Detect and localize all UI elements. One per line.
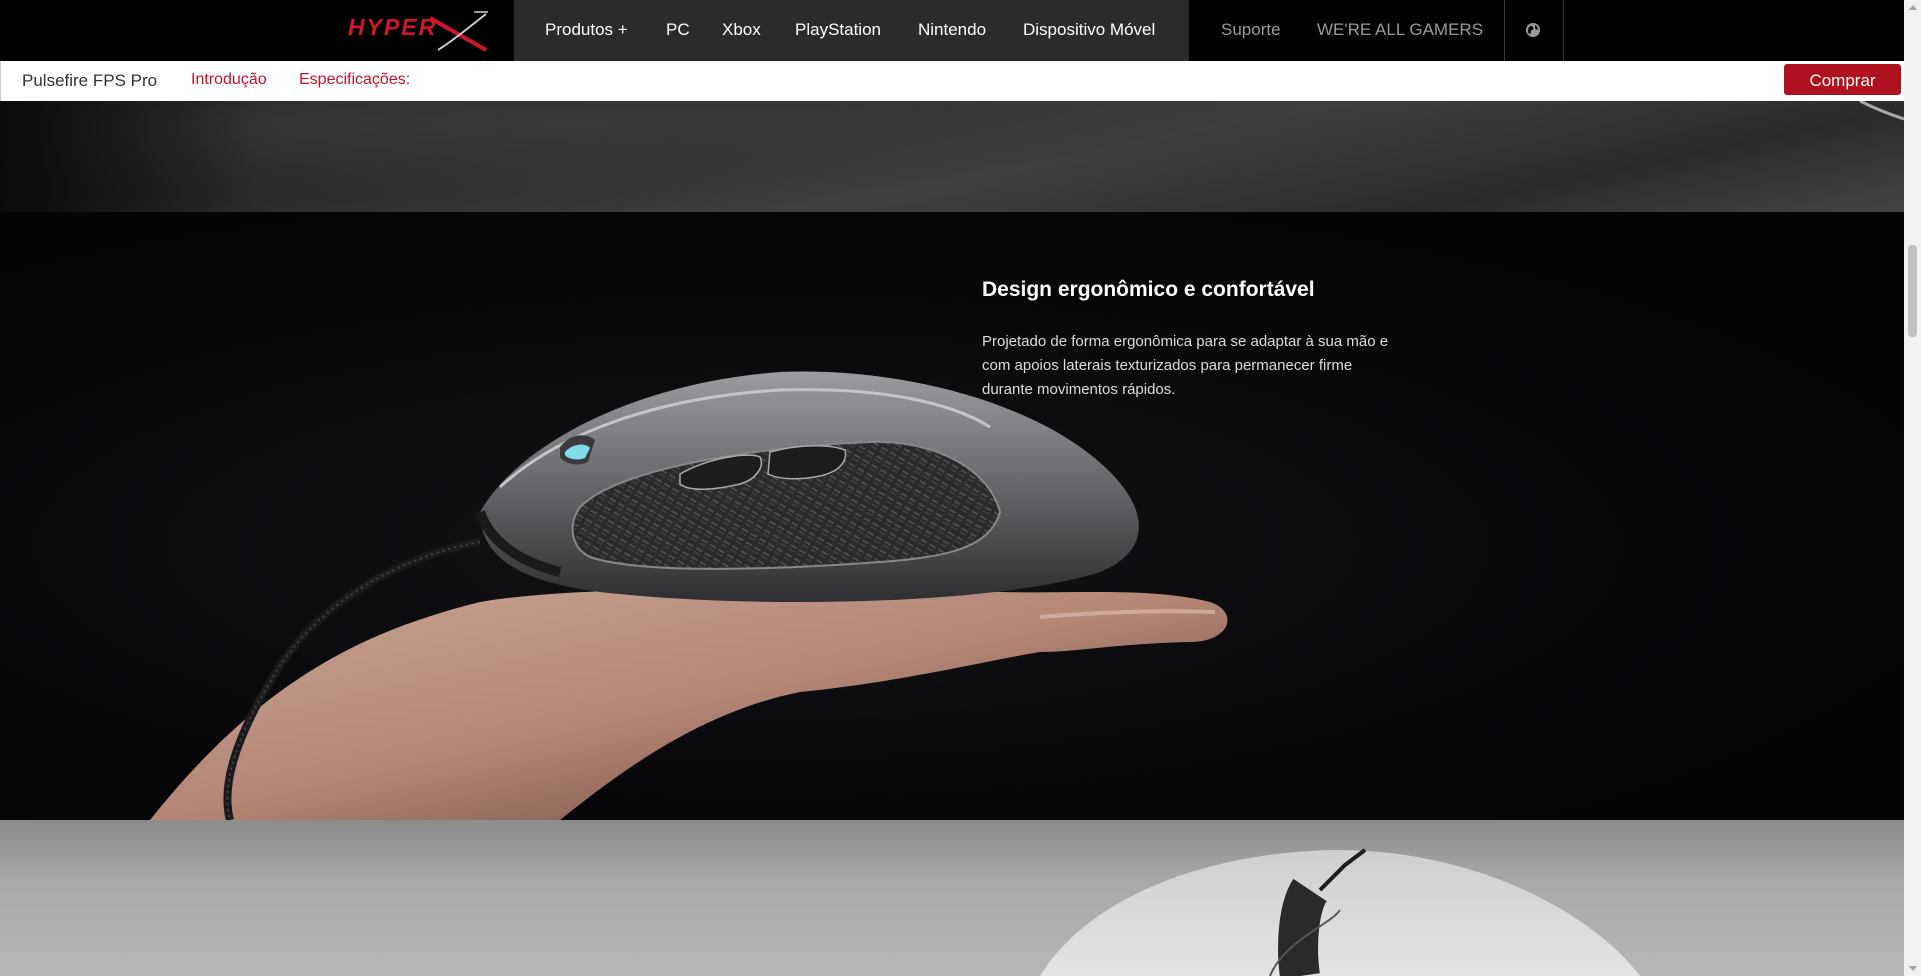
next-section-image: [0, 820, 1904, 976]
mousepad-edge: [1859, 101, 1904, 121]
subnav-link-especificacoes[interactable]: Especificações:: [299, 71, 410, 89]
subnav-link-introducao[interactable]: Introdução: [191, 71, 267, 89]
nav-item-dispositivo-movel[interactable]: Dispositivo Móvel: [1023, 20, 1155, 40]
logo-text: HYPER: [348, 14, 438, 40]
scroll-up-arrow-icon[interactable]: [1909, 5, 1917, 10]
top-navigation: HYPER Produtos + PC Xbox PlayStation Nin…: [0, 0, 1904, 61]
buy-button[interactable]: Comprar: [1784, 64, 1901, 95]
nav-divider: [1504, 0, 1505, 61]
nav-item-were-all-gamers[interactable]: WE'RE ALL GAMERS: [1317, 20, 1483, 40]
ergonomic-design-section: Design ergonômico e confortável Projetad…: [0, 212, 1904, 820]
nav-item-playstation[interactable]: PlayStation: [795, 20, 881, 40]
vertical-scrollbar[interactable]: [1904, 0, 1921, 976]
scroll-thumb[interactable]: [1908, 245, 1917, 337]
logo-x-mark: [429, 11, 488, 52]
mouse-on-hand-image: [150, 371, 1228, 820]
feature-description: Projetado de forma ergonômica para se ad…: [982, 333, 1389, 398]
hyperx-logo[interactable]: HYPER: [342, 8, 492, 54]
feature-heading: Design ergonômico e confortável: [982, 278, 1315, 302]
nav-item-produtos[interactable]: Produtos +: [545, 20, 628, 40]
nav-main-block: Produtos + PC Xbox PlayStation Nintendo …: [514, 0, 1189, 61]
nav-item-suporte[interactable]: Suporte: [1221, 20, 1281, 40]
nav-item-xbox[interactable]: Xbox: [722, 20, 761, 40]
product-subnav: Pulsefire FPS Pro Introdução Especificaç…: [0, 61, 1905, 101]
nav-item-nintendo[interactable]: Nintendo: [918, 20, 986, 40]
scroll-down-arrow-icon[interactable]: [1909, 966, 1917, 971]
mouse-top-image: [1040, 848, 1640, 976]
globe-icon[interactable]: [1524, 21, 1542, 39]
nav-item-pc[interactable]: PC: [666, 20, 690, 40]
product-name: Pulsefire FPS Pro: [22, 71, 158, 90]
nav-divider: [1563, 0, 1564, 61]
previous-section-image: [0, 101, 1904, 212]
